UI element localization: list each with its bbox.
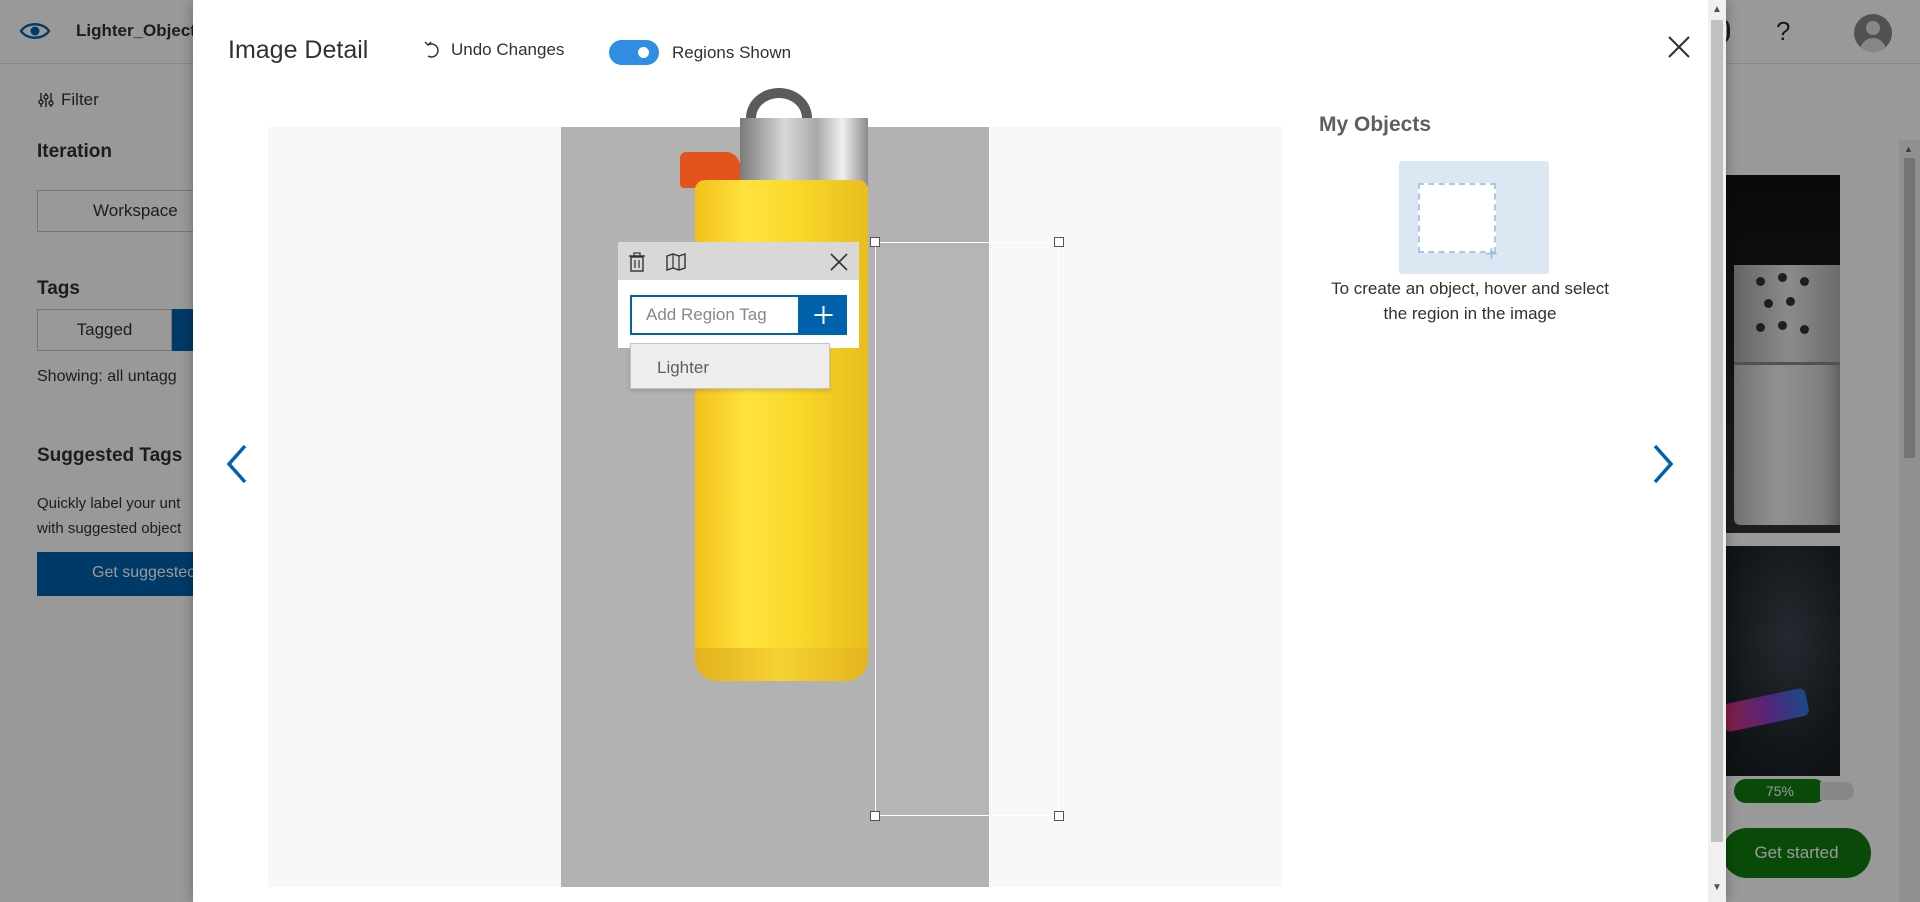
undo-icon (424, 41, 439, 58)
map-icon[interactable] (665, 251, 687, 273)
region-tag-input[interactable] (630, 295, 800, 335)
regions-toggle-label: Regions Shown (672, 43, 792, 62)
trash-icon[interactable] (626, 251, 648, 273)
image-detail-dialog: Image Detail Undo Changes Regions Shown (193, 0, 1726, 902)
my-objects-hint: To create an object, hover and select th… (1331, 279, 1609, 323)
resize-handle[interactable] (870, 811, 880, 821)
chevron-left-icon[interactable] (223, 442, 253, 486)
tag-suggestion-item[interactable]: Lighter (630, 343, 830, 389)
plus-icon (814, 306, 833, 324)
close-icon[interactable] (828, 251, 850, 273)
dialog-scrollbar[interactable]: ▲ ▼ (1708, 0, 1726, 902)
region-toolbar (618, 242, 859, 280)
dialog-title: Image Detail (228, 36, 369, 64)
undo-label: Undo Changes (451, 40, 565, 59)
regions-toggle[interactable] (609, 40, 659, 65)
resize-handle[interactable] (870, 237, 880, 247)
add-tag-button[interactable] (800, 295, 847, 335)
region-tag-editor (618, 280, 859, 348)
undo-changes-button[interactable]: Undo Changes (423, 40, 564, 60)
my-objects-title: My Objects (1319, 113, 1432, 136)
close-icon[interactable] (1666, 34, 1692, 60)
chevron-right-icon[interactable] (1647, 442, 1677, 486)
region-box[interactable] (870, 237, 1064, 821)
objects-placeholder-illustration: + (1399, 161, 1549, 274)
resize-handle[interactable] (1054, 811, 1064, 821)
resize-handle[interactable] (1054, 237, 1064, 247)
